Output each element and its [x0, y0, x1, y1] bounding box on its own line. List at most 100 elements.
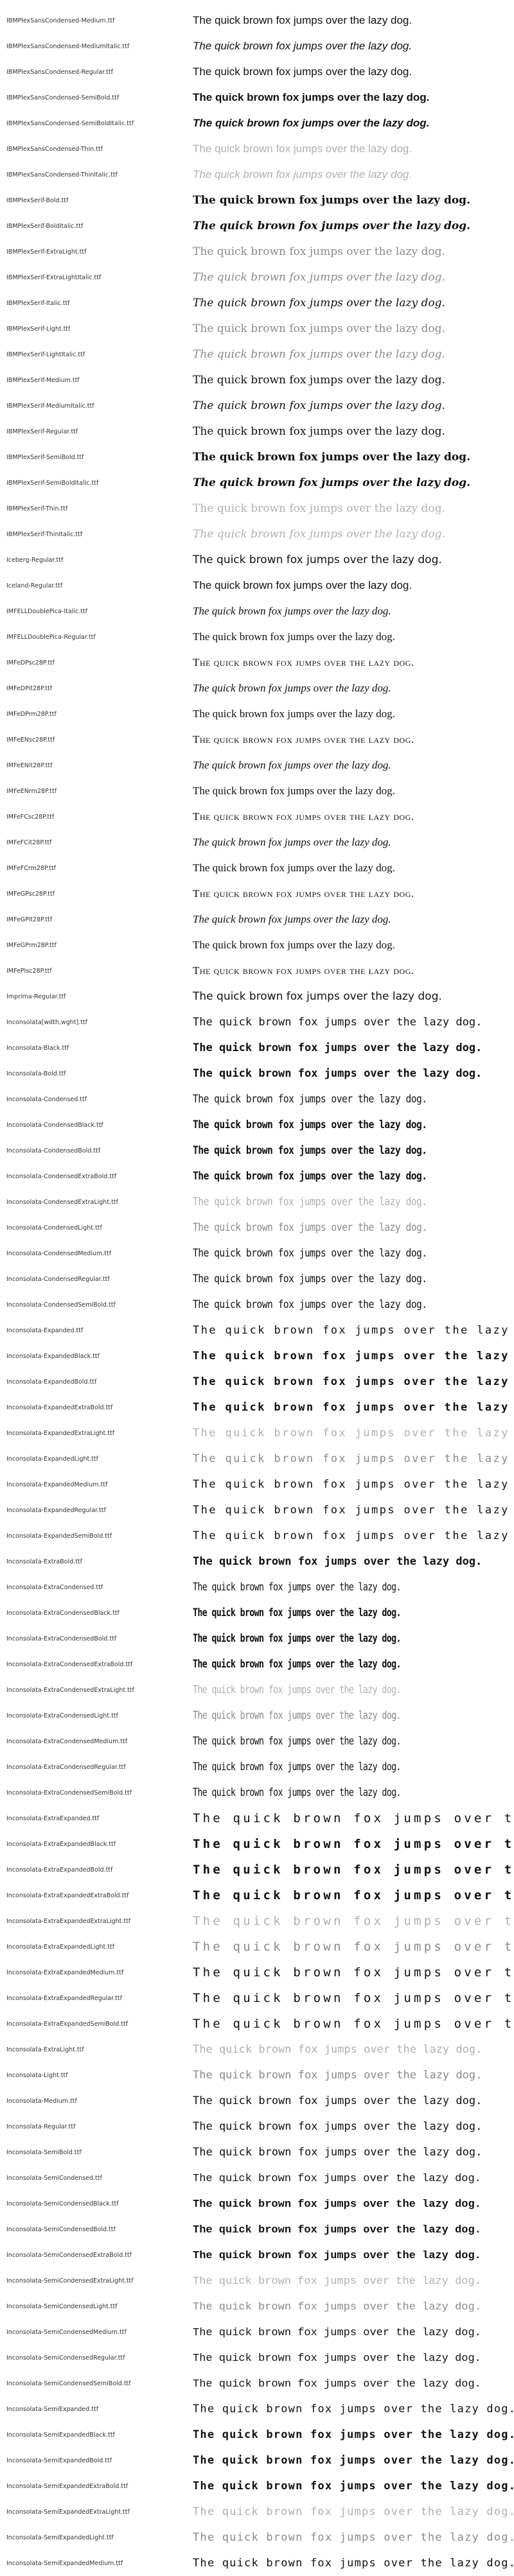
font-sample-text-container: The quick brown fox jumps over the lazy … [193, 1761, 514, 1773]
font-sample-text-container: The quick brown fox jumps over the lazy … [193, 2326, 514, 2339]
font-row: Inconsolata-SemiExpandedExtraBold.ttf The… [0, 2473, 514, 2499]
font-file-name: IBMPlexSerif-Medium.ttf [6, 376, 80, 384]
font-row: IMFeFCrm28P.ttf The quick brown fox jumps… [0, 855, 514, 881]
font-sample-text-container: The quick brown fox jumps over the lazy … [193, 2043, 514, 2056]
font-row: Inconsolata-ExpandedBold.ttf The quick br… [0, 1369, 514, 1395]
font-sample-text: The quick brown fox jumps over the lazy … [193, 502, 445, 515]
font-sample-text: The quick brown fox jumps over the lazy … [193, 2505, 514, 2518]
font-file-name: IBMPlexSansCondensed-Medium.ttf [6, 17, 115, 24]
font-sample-text-container: The quick brown fox jumps over the lazy … [193, 553, 514, 566]
font-row: Inconsolata-SemiExpandedMedium.ttf The qu… [0, 2550, 514, 2576]
font-row: IMFeDPit28P.ttf The quick brown fox jumps… [0, 675, 514, 701]
font-file-name: Inconsolata-SemiExpandedBold.ttf [6, 2457, 112, 2464]
font-sample-text: The quick brown fox jumps over the lazy … [193, 1504, 514, 1517]
font-row: Inconsolata-SemiCondensedLight.ttf The qu… [0, 2293, 514, 2319]
font-file-name: Inconsolata-CondensedBold.ttf [6, 1147, 101, 1154]
font-row: Inconsolata-ExtraExpandedBlack.ttf The qu… [0, 1831, 514, 1857]
font-row: Inconsolata-ExtraExpanded.ttf The quick b… [0, 1806, 514, 1831]
font-sample-text: The quick brown fox jumps over the lazy … [193, 2120, 483, 2133]
font-file-name: IBMPlexSerif-Italic.ttf [6, 299, 70, 307]
font-sample-text: The quick brown fox jumps over the lazy … [193, 2275, 481, 2288]
font-file-name: IBMPlexSansCondensed-MediumItalic.ttf [6, 42, 130, 50]
font-sample-text: The quick brown fox jumps over the lazy … [193, 1041, 483, 1054]
font-sample-text-container: The quick brown fox jumps over the lazy … [193, 1606, 514, 1619]
font-file-name: IBMPlexSerif-ExtraLightItalic.ttf [6, 274, 102, 281]
font-row: Inconsolata-ExtraCondensedRegular.ttf The… [0, 1754, 514, 1780]
font-row: Inconsolata-SemiCondensedBlack.ttf The qu… [0, 2191, 514, 2216]
font-sample-text-container: The quick brown fox jumps over the lazy … [193, 1863, 514, 1877]
font-file-name: Inconsolata-ExtraExpandedBlack.ttf [6, 1840, 116, 1848]
font-sample-text: The quick brown fox jumps over the lazy … [193, 1606, 401, 1619]
font-sample-text: The quick brown fox jumps over the lazy … [193, 2403, 514, 2415]
font-sample-text-container: The quick brown fox jumps over the lazy … [193, 451, 514, 464]
font-row: Inconsolata-ExtraCondensedExtraLight.ttf… [0, 1677, 514, 1703]
font-sample-text: The quick brown fox jumps over the lazy … [193, 887, 414, 900]
font-sample-text: The quick brown fox jumps over the lazy … [193, 605, 391, 617]
font-row: IBMPlexSerif-Light.ttf The quick brown fo… [0, 316, 514, 342]
font-file-name: Inconsolata-ExtraCondensedExtraLight.ttf [6, 1686, 134, 1694]
font-file-name: IBMPlexSansCondensed-SemiBoldItalic.ttf [6, 119, 134, 127]
font-row: Inconsolata-SemiBold.ttf The quick brown … [0, 2139, 514, 2165]
font-row: IBMPlexSerif-ThinItalic.ttf The quick bro… [0, 521, 514, 547]
font-row: Inconsolata-ExtraExpandedSemiBold.ttf The… [0, 2011, 514, 2037]
font-file-name: Inconsolata-ExtraCondensedRegular.ttf [6, 1763, 126, 1771]
font-sample-text-container: The quick brown fox jumps over the lazy … [193, 117, 514, 130]
font-file-name: IMFePIsc28P.ttf [6, 967, 52, 975]
font-sample-text-container: The quick brown fox jumps over the lazy … [193, 502, 514, 515]
font-sample-text: The quick brown fox jumps over the lazy … [193, 1196, 427, 1208]
font-file-name: Inconsolata-ExtraCondensedLight.ttf [6, 1712, 118, 1719]
font-sample-text-container: The quick brown fox jumps over the lazy … [193, 2223, 514, 2236]
font-file-name: Inconsolata-ExtraCondensedExtraBold.ttf [6, 1660, 133, 1668]
font-sample-text: The quick brown fox jumps over the lazy … [193, 656, 414, 668]
font-sample-text-container: The quick brown fox jumps over the lazy … [193, 1041, 514, 1054]
font-row: Imprima-Regular.ttf The quick brown fox j… [0, 984, 514, 1009]
font-row: Inconsolata-ExtraBold.ttf The quick brown… [0, 1549, 514, 1574]
font-file-name: Inconsolata-SemiCondensedBlack.ttf [6, 2200, 119, 2207]
font-file-name: IMFeGPit28P.ttf [6, 916, 53, 923]
font-file-name: Inconsolata-ExtraCondensed.ttf [6, 1583, 103, 1591]
font-sample-text: The quick brown fox jumps over the lazy … [193, 708, 395, 720]
font-row: Inconsolata-ExtraLight.ttf The quick brow… [0, 2037, 514, 2062]
font-sample-text: The quick brown fox jumps over the lazy … [193, 1324, 514, 1337]
font-row: Inconsolata-CondensedSemiBold.ttf The qui… [0, 1292, 514, 1318]
font-sample-text-container: The quick brown fox jumps over the lazy … [193, 1658, 514, 1671]
font-file-name: Inconsolata-SemiExpanded.ttf [6, 2405, 99, 2413]
font-file-name: Inconsolata-ExtraExpandedMedium.ttf [6, 1969, 124, 1976]
font-sample-text-container: The quick brown fox jumps over the lazy … [193, 2146, 514, 2159]
font-row: Inconsolata-ExpandedMedium.ttf The quick … [0, 1472, 514, 1497]
font-file-name: Inconsolata-SemiCondensedSemiBold.ttf [6, 2380, 131, 2387]
font-sample-text: The quick brown fox jumps over the lazy … [193, 810, 414, 822]
font-file-name: Inconsolata-ExtraExpandedExtraLight.ttf [6, 1917, 131, 1925]
font-sample-text-container: The quick brown fox jumps over the lazy … [193, 1170, 514, 1183]
font-row: Inconsolata-SemiCondensedRegular.ttf The … [0, 2345, 514, 2371]
font-sample-text: The quick brown fox jumps over the lazy … [193, 631, 395, 643]
font-sample-text: The quick brown fox jumps over the lazy … [193, 862, 395, 874]
font-sample-text-container: The quick brown fox jumps over the lazy … [193, 1350, 514, 1362]
font-sample-text: The quick brown fox jumps over the lazy … [193, 65, 412, 78]
font-sample-text: The quick brown fox jumps over the lazy … [193, 964, 414, 977]
font-sample-text: The quick brown fox jumps over the lazy … [193, 913, 391, 925]
font-sample-text: The quick brown fox jumps over the lazy … [193, 2557, 514, 2570]
font-sample-text-container: The quick brown fox jumps over the lazy … [193, 1684, 514, 1696]
font-row: IBMPlexSansCondensed-Regular.ttf The quic… [0, 59, 514, 85]
font-sample-text-container: The quick brown fox jumps over the lazy … [193, 2505, 514, 2518]
font-sample-text-container: The quick brown fox jumps over the lazy … [193, 2454, 514, 2467]
font-sample-text-container: The quick brown fox jumps over the lazy … [193, 1375, 514, 1388]
font-file-name: IBMPlexSansCondensed-Thin.ttf [6, 145, 103, 153]
font-sample-text-container: The quick brown fox jumps over the lazy … [193, 1196, 514, 1208]
font-file-name: IBMPlexSerif-Regular.ttf [6, 428, 78, 435]
font-row: Inconsolata-ExpandedLight.ttf The quick b… [0, 1446, 514, 1472]
font-sample-text-container: The quick brown fox jumps over the lazy … [193, 810, 514, 823]
font-file-name: Inconsolata-SemiBold.ttf [6, 2148, 82, 2156]
font-row: Iceland-Regular.ttf The quick brown fox j… [0, 573, 514, 598]
font-row: IBMPlexSerif-BoldItalic.ttf The quick bro… [0, 213, 514, 239]
font-row: IMFePIsc28P.ttf The quick brown fox jumps… [0, 958, 514, 984]
font-sample-text-container: The quick brown fox jumps over the lazy … [193, 785, 514, 797]
font-file-name: IBMPlexSerif-ExtraLight.ttf [6, 248, 87, 256]
font-row: Inconsolata-CondensedRegular.ttf The quic… [0, 1266, 514, 1292]
font-sample-text-container: The quick brown fox jumps over the lazy … [193, 143, 514, 155]
font-sample-text: The quick brown fox jumps over the lazy … [193, 322, 445, 335]
font-file-name: Iceberg-Regular.ttf [6, 556, 64, 564]
font-row: Inconsolata-CondensedMedium.ttf The quick… [0, 1240, 514, 1266]
font-row: IBMPlexSerif-LightItalic.ttf The quick br… [0, 342, 514, 367]
